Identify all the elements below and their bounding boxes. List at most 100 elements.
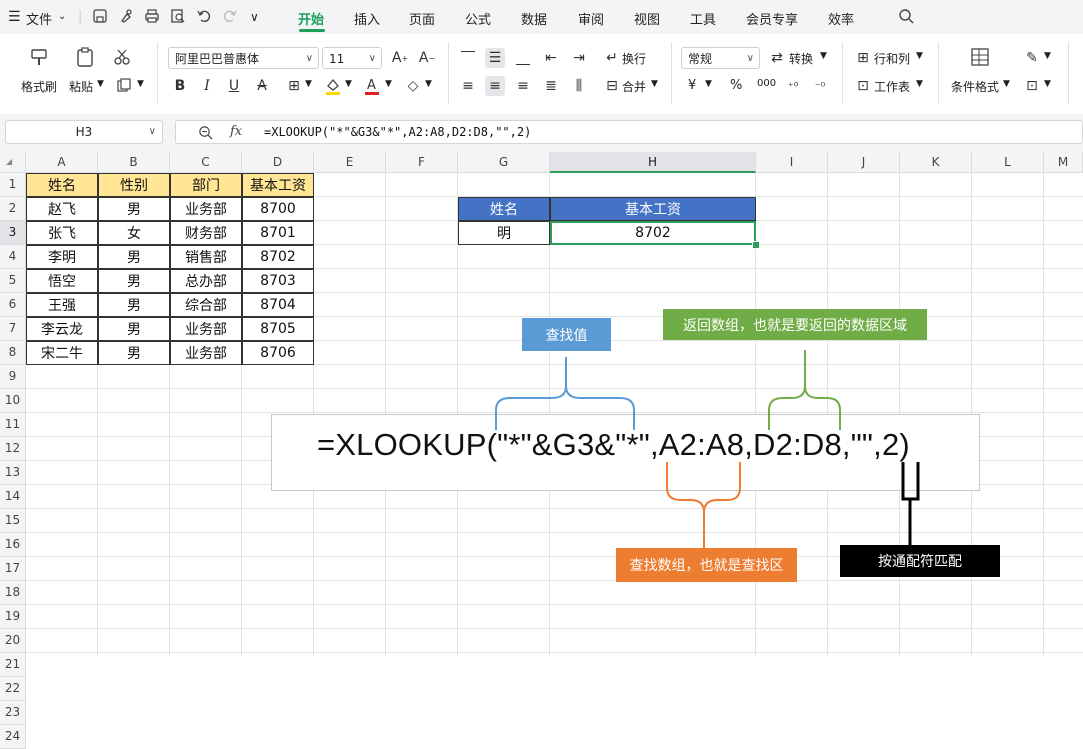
row-header-3[interactable]: 3 [0,221,26,245]
active-cell[interactable]: 8702 [550,221,756,245]
table-cell[interactable]: 8703 [242,269,314,293]
table-cell[interactable]: 8702 [242,245,314,269]
chevron-down-icon[interactable]: ▼ [345,79,352,89]
table-cell[interactable]: 宋二牛 [26,341,98,365]
column-header-c[interactable]: C [170,152,242,173]
table-header-cell[interactable]: 部门 [170,173,242,197]
lookup-header-cell[interactable]: 姓名 [458,197,550,221]
tab-formula[interactable]: 公式 [465,9,491,28]
chevron-down-icon[interactable]: ▼ [651,79,658,89]
table-cell[interactable]: 男 [98,197,170,221]
row-header-19[interactable]: 19 [0,605,26,629]
file-menu[interactable]: 文件 [26,9,52,28]
bold-icon[interactable]: B [170,76,190,96]
brush-icon[interactable] [118,8,134,24]
save-icon[interactable] [92,8,108,24]
table-cell[interactable]: 男 [98,317,170,341]
chevron-down-icon[interactable]: ▼ [916,79,923,89]
wrap-text-icon[interactable]: ↵ [602,48,622,68]
chevron-down-icon[interactable]: ▼ [820,51,827,61]
percent-button[interactable]: % [730,78,742,93]
table-cell[interactable]: 8704 [242,293,314,317]
clear-format-icon[interactable]: ◇ [403,76,423,96]
decrease-font-icon[interactable]: A − [417,48,437,68]
chevron-down-icon[interactable]: ∨ [149,121,156,143]
table-cell[interactable]: 男 [98,341,170,365]
convert-icon[interactable]: ⇄ [767,48,787,68]
tab-member[interactable]: 会员专享 [746,9,798,28]
select-all-corner[interactable]: ◢ [0,152,26,173]
name-box[interactable]: H3 ∨ [5,120,163,144]
row-header-16[interactable]: 16 [0,533,26,557]
tab-data[interactable]: 数据 [521,9,547,28]
tab-home[interactable]: 开始 [298,9,324,28]
table-cell[interactable]: 财务部 [170,221,242,245]
row-header-21[interactable]: 21 [0,653,26,677]
cut-icon[interactable] [113,48,131,66]
print-icon[interactable] [144,8,160,24]
merge-icon[interactable]: ⊟ [602,76,622,96]
table-cell[interactable]: 男 [98,245,170,269]
row-header-5[interactable]: 5 [0,269,26,293]
justify-icon[interactable]: ≣ [541,76,561,96]
table-header-cell[interactable]: 姓名 [26,173,98,197]
zoom-icon[interactable] [198,125,213,140]
column-header-l[interactable]: L [972,152,1044,173]
formula-text[interactable]: =XLOOKUP("*"&G3&"*",A2:A8,D2:D8,"",2) [264,121,531,143]
print-preview-icon[interactable] [170,8,186,24]
column-header-i[interactable]: I [756,152,828,173]
hamburger-icon[interactable]: ☰ [8,9,21,25]
table-cell[interactable]: 男 [98,269,170,293]
table-header-cell[interactable]: 基本工资 [242,173,314,197]
conditional-format-button[interactable]: 条件格式 [951,78,999,95]
row-header-24[interactable]: 24 [0,725,26,749]
rows-cols-icon[interactable]: ⊞ [853,48,873,68]
row-header-15[interactable]: 15 [0,509,26,533]
undo-icon[interactable] [196,8,212,24]
row-header-17[interactable]: 17 [0,557,26,581]
redo-icon[interactable] [222,8,238,24]
table-cell[interactable]: 悟空 [26,269,98,293]
table-cell[interactable]: 男 [98,293,170,317]
formula-input[interactable]: fx =XLOOKUP("*"&G3&"*",A2:A8,D2:D8,"",2) [175,120,1083,144]
font-color-icon[interactable]: A [363,77,381,95]
row-header-12[interactable]: 12 [0,437,26,461]
table-header-cell[interactable]: 性别 [98,173,170,197]
chevron-down-icon[interactable]: ▼ [705,79,712,89]
tab-tools[interactable]: 工具 [690,9,716,28]
row-header-4[interactable]: 4 [0,245,26,269]
format-painter-icon[interactable] [28,46,50,68]
column-header-k[interactable]: K [900,152,972,173]
tab-page[interactable]: 页面 [409,9,435,28]
chevron-down-icon[interactable]: ▼ [425,79,432,89]
lookup-cell[interactable]: 明 [458,221,550,245]
wrap-text-button[interactable]: 换行 [622,50,646,67]
table-cell[interactable]: 女 [98,221,170,245]
align-middle-icon[interactable]: ☰ [485,48,505,68]
indent-decrease-icon[interactable]: ⇤ [541,48,561,68]
copy-icon[interactable] [116,77,132,93]
decimal-increase-icon[interactable]: ⁺⁰ [783,76,803,96]
table-cell[interactable]: 8700 [242,197,314,221]
column-header-h[interactable]: H [550,152,756,173]
column-header-b[interactable]: B [98,152,170,173]
worksheet-button[interactable]: 工作表 [874,78,910,95]
table-cell[interactable]: 张飞 [26,221,98,245]
border-icon[interactable]: ⊡ [1022,76,1042,96]
distribute-icon[interactable]: ⫼ [569,76,589,96]
tab-efficiency[interactable]: 效率 [828,9,854,28]
format-painter-button[interactable]: 格式刷 [21,78,57,95]
worksheet-icon[interactable]: ⊡ [853,76,873,96]
chevron-down-icon[interactable]: ▼ [916,51,923,61]
fill-handle[interactable] [752,241,760,249]
rows-cols-button[interactable]: 行和列 [874,50,910,67]
font-size-select[interactable]: 11 ∨ [322,47,382,69]
chevron-down-icon[interactable]: ▼ [305,79,312,89]
table-cell[interactable]: 业务部 [170,341,242,365]
align-top-icon[interactable]: ⎺ [458,48,478,68]
underline-icon[interactable]: U [224,76,244,96]
fx-icon[interactable]: fx [230,121,242,143]
number-format-select[interactable]: 常规 ∨ [681,47,760,69]
chevron-down-icon[interactable]: ▼ [137,79,144,89]
table-cell[interactable]: 综合部 [170,293,242,317]
